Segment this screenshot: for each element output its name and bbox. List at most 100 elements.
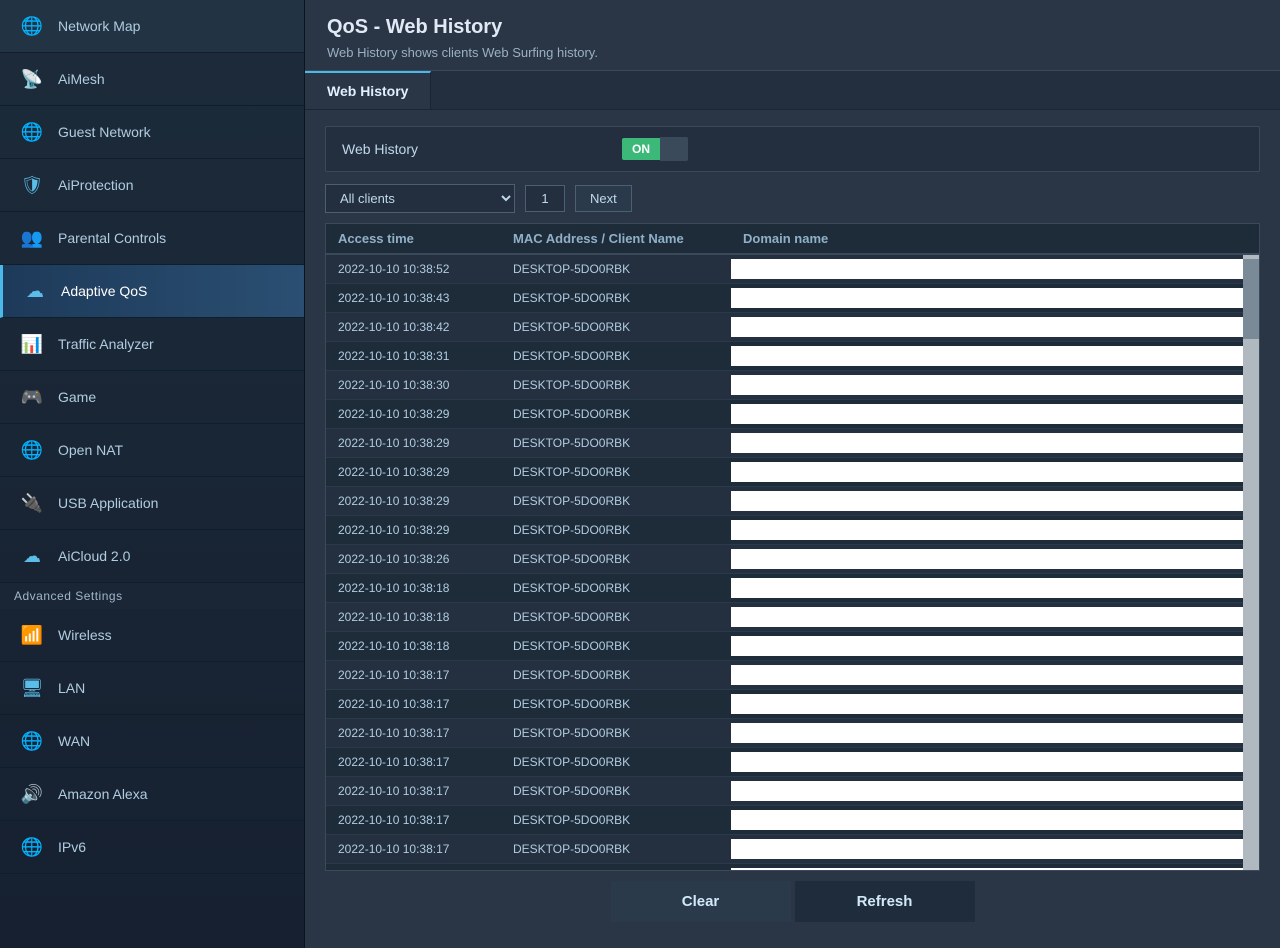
th-access-time: Access time [326, 231, 501, 246]
parental-controls-icon: 👥 [18, 224, 46, 252]
cell-time: 2022-10-10 10:38:30 [326, 375, 501, 395]
sidebar-item-guest-network[interactable]: 🌐Guest Network [0, 106, 304, 159]
cell-client: DESKTOP-5DO0RBK [501, 723, 731, 743]
table-row: 2022-10-10 10:38:29DESKTOP-5DO0RBK [326, 400, 1243, 429]
lan-icon: 🖥 [18, 674, 46, 702]
cell-domain [731, 665, 1243, 685]
cell-time: 2022-10-10 10:38:18 [326, 636, 501, 656]
sidebar-item-lan[interactable]: 🖥LAN [0, 662, 304, 715]
amazon-alexa-icon: 🔊 [18, 780, 46, 808]
cell-client: DESKTOP-5DO0RBK [501, 491, 731, 511]
cell-time: 2022-10-10 10:38:26 [326, 549, 501, 569]
filter-row: All clients Next [325, 184, 1260, 213]
cell-time: 2022-10-10 10:38:29 [326, 462, 501, 482]
cell-domain [731, 549, 1243, 569]
sidebar-item-ipv6[interactable]: 🌐IPv6 [0, 821, 304, 874]
cell-domain [731, 375, 1243, 395]
cell-client: DESKTOP-5DO0RBK [501, 694, 731, 714]
sidebar-item-label-wan: WAN [58, 733, 90, 749]
cell-time: 2022-10-10 10:38:17 [326, 839, 501, 859]
sidebar-item-label-aiprotection: AiProtection [58, 177, 133, 193]
cell-domain [731, 520, 1243, 540]
table-row: 2022-10-10 10:38:17DESKTOP-5DO0RBK [326, 661, 1243, 690]
sidebar-item-label-aicloud: AiCloud 2.0 [58, 548, 130, 564]
sidebar-item-usb-application[interactable]: 🔌USB Application [0, 477, 304, 530]
table-body-container: 2022-10-10 10:38:52DESKTOP-5DO0RBK2022-1… [326, 255, 1259, 870]
cell-client: DESKTOP-5DO0RBK [501, 433, 731, 453]
cell-client: DESKTOP-5DO0RBK [501, 259, 731, 279]
sidebar-item-label-adaptive-qos: Adaptive QoS [61, 283, 147, 299]
table-row: 2022-10-10 10:38:42DESKTOP-5DO0RBK [326, 313, 1243, 342]
open-nat-icon: 🌐 [18, 436, 46, 464]
scrollbar[interactable] [1243, 255, 1259, 870]
table-row: 2022-10-10 10:38:17DESKTOP-5DO0RBK [326, 690, 1243, 719]
cell-time: 2022-10-10 10:38:29 [326, 491, 501, 511]
history-table: Access time MAC Address / Client Name Do… [325, 223, 1260, 871]
web-history-toggle[interactable]: ON [622, 137, 688, 161]
cell-time: 2022-10-10 10:38:17 [326, 810, 501, 830]
cell-domain [731, 607, 1243, 627]
table-row: 2022-10-10 10:38:18DESKTOP-5DO0RBK [326, 603, 1243, 632]
table-row: 2022-10-10 10:38:29DESKTOP-5DO0RBK [326, 458, 1243, 487]
cell-domain [731, 636, 1243, 656]
cell-time: 2022-10-10 10:38:18 [326, 578, 501, 598]
table-row: 2022-10-10 10:38:43DESKTOP-5DO0RBK [326, 284, 1243, 313]
cell-time: 2022-10-10 10:38:17 [326, 665, 501, 685]
cell-domain [731, 404, 1243, 424]
aicloud-icon: ☁ [18, 542, 46, 570]
clear-button[interactable]: Clear [611, 881, 791, 922]
client-filter-select[interactable]: All clients [325, 184, 515, 213]
usb-application-icon: 🔌 [18, 489, 46, 517]
cell-domain [731, 462, 1243, 482]
page-number-input[interactable] [525, 185, 565, 212]
next-button[interactable]: Next [575, 185, 632, 212]
cell-domain [731, 868, 1243, 870]
cell-client: DESKTOP-5DO0RBK [501, 752, 731, 772]
cell-domain [731, 752, 1243, 772]
table-body[interactable]: 2022-10-10 10:38:52DESKTOP-5DO0RBK2022-1… [326, 255, 1243, 870]
cell-client: DESKTOP-5DO0RBK [501, 636, 731, 656]
sidebar-item-aiprotection[interactable]: 🛡AiProtection [0, 159, 304, 212]
cell-client: DESKTOP-5DO0RBK [501, 781, 731, 801]
sidebar-item-label-wireless: Wireless [58, 627, 112, 643]
cell-client: DESKTOP-5DO0RBK [501, 607, 731, 627]
tab-web-history[interactable]: Web History [305, 71, 431, 109]
sidebar-item-wan[interactable]: 🌐WAN [0, 715, 304, 768]
sidebar-item-open-nat[interactable]: 🌐 Open NAT [0, 424, 304, 477]
sidebar-item-wireless[interactable]: 📶Wireless [0, 609, 304, 662]
cell-time: 2022-10-10 10:38:29 [326, 520, 501, 540]
web-history-toggle-row: Web History ON [325, 126, 1260, 172]
sidebar-item-parental-controls[interactable]: 👥 Parental Controls [0, 212, 304, 265]
cell-domain [731, 781, 1243, 801]
table-row: 2022-10-10 10:38:18DESKTOP-5DO0RBK [326, 574, 1243, 603]
table-row: 2022-10-10 10:38:30DESKTOP-5DO0RBK [326, 371, 1243, 400]
bottom-bar: Clear Refresh [325, 871, 1260, 932]
toggle-label: Web History [342, 141, 622, 157]
toggle-off-area [660, 137, 688, 161]
table-row: 2022-10-10 10:38:29DESKTOP-5DO0RBK [326, 429, 1243, 458]
sidebar-item-adaptive-qos[interactable]: ☁Adaptive QoS [0, 265, 304, 318]
th-mac-client: MAC Address / Client Name [501, 231, 731, 246]
sidebar-item-traffic-analyzer[interactable]: 📊Traffic Analyzer [0, 318, 304, 371]
table-row: 2022-10-10 10:38:04DESKTOP-5DO0RBK [326, 864, 1243, 870]
sidebar: 🌐Network Map📡AiMesh🌐Guest Network🛡AiProt… [0, 0, 305, 948]
sidebar-item-aimesh[interactable]: 📡AiMesh [0, 53, 304, 106]
advanced-settings-label: Advanced Settings [0, 583, 304, 609]
cell-client: DESKTOP-5DO0RBK [501, 317, 731, 337]
page-description: Web History shows clients Web Surfing hi… [327, 45, 1258, 60]
cell-client: DESKTOP-5DO0RBK [501, 810, 731, 830]
cell-client: DESKTOP-5DO0RBK [501, 346, 731, 366]
sidebar-item-label-open-nat: Open NAT [58, 442, 123, 458]
sidebar-item-label-parental-controls: Parental Controls [58, 230, 166, 246]
sidebar-item-network-map[interactable]: 🌐Network Map [0, 0, 304, 53]
cell-domain [731, 491, 1243, 511]
cell-domain [731, 839, 1243, 859]
sidebar-item-amazon-alexa[interactable]: 🔊Amazon Alexa [0, 768, 304, 821]
page-header: QoS - Web History Web History shows clie… [305, 0, 1280, 71]
sidebar-item-aicloud[interactable]: ☁ AiCloud 2.0 [0, 530, 304, 583]
refresh-button[interactable]: Refresh [795, 881, 975, 922]
cell-domain [731, 288, 1243, 308]
cell-client: DESKTOP-5DO0RBK [501, 375, 731, 395]
tabs-bar: Web History [305, 71, 1280, 110]
sidebar-item-game[interactable]: 🎮Game [0, 371, 304, 424]
